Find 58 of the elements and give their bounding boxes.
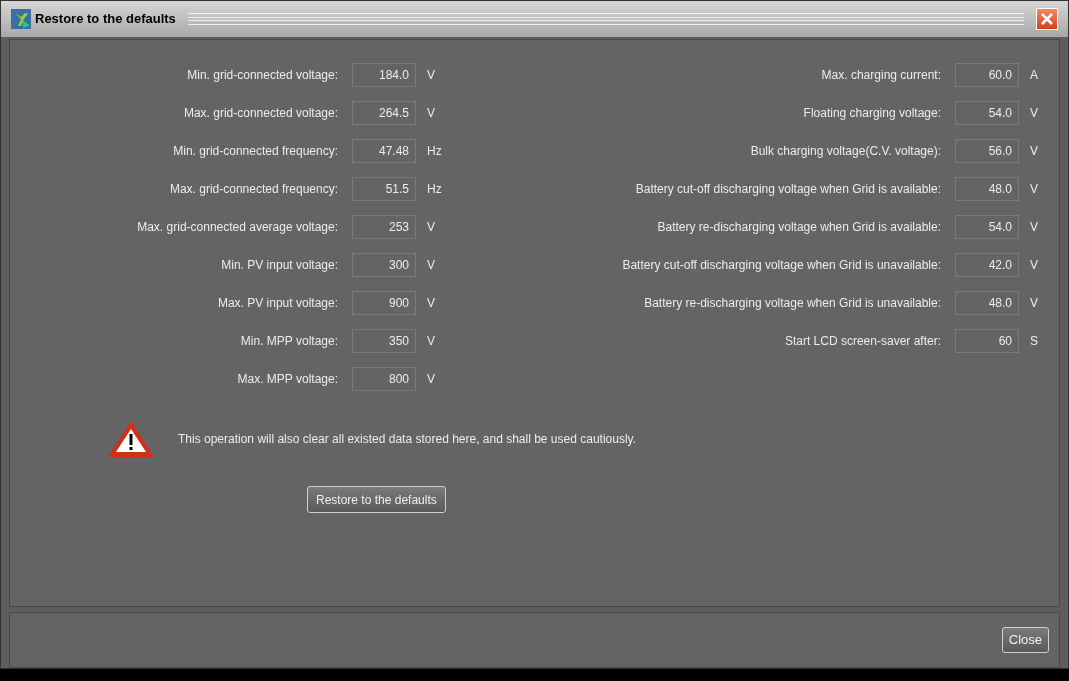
unit-label: V <box>1029 219 1039 236</box>
unit-label: V <box>1029 143 1039 160</box>
setting-label: Min. grid-connected frequency: <box>172 143 339 160</box>
setting-label: Battery re-discharging voltage when Grid is unavailable: <box>643 295 942 312</box>
unit-label: V <box>426 67 436 84</box>
unit-label: Hz <box>426 143 443 160</box>
value-field[interactable]: 48.0 <box>955 177 1019 201</box>
setting-label: Floating charging voltage: <box>802 105 942 122</box>
value-field[interactable]: 54.0 <box>955 101 1019 125</box>
setting-label: Battery cut-off discharging voltage when Grid is unavailable: <box>621 257 942 274</box>
setting-label: Min. MPP voltage: <box>239 333 339 350</box>
close-button[interactable]: Close <box>1001 627 1049 654</box>
value-field[interactable]: 60 <box>955 329 1019 353</box>
value-field[interactable]: 300 <box>352 253 416 277</box>
app-logo-icon <box>11 9 31 29</box>
restore-defaults-button[interactable]: Restore to the defaults <box>307 486 446 513</box>
setting-label: Battery re-discharging voltage when Grid is available: <box>656 219 942 236</box>
setting-label: Max. grid-connected frequency: <box>168 181 339 198</box>
unit-label: V <box>1029 181 1039 198</box>
window-title: Restore to the defaults <box>35 10 176 29</box>
value-field[interactable]: 51.5 <box>352 177 416 201</box>
value-field[interactable]: 60.0 <box>955 63 1019 87</box>
value-field[interactable]: 56.0 <box>955 139 1019 163</box>
setting-label: Max. grid-connected average voltage: <box>136 219 339 236</box>
setting-label: Max. PV input voltage: <box>216 295 339 312</box>
unit-label: Hz <box>426 181 443 198</box>
value-field[interactable]: 350 <box>352 329 416 353</box>
unit-label: A <box>1029 67 1039 84</box>
unit-label: V <box>426 105 436 122</box>
warning-icon <box>106 419 156 459</box>
value-field[interactable]: 48.0 <box>955 291 1019 315</box>
setting-label: Bulk charging voltage(C.V. voltage): <box>749 143 942 160</box>
unit-label: S <box>1029 333 1039 350</box>
unit-label: V <box>426 371 436 388</box>
value-field[interactable]: 253 <box>352 215 416 239</box>
unit-label: V <box>426 333 436 350</box>
close-icon[interactable] <box>1036 8 1058 30</box>
value-field[interactable]: 47.48 <box>352 139 416 163</box>
warning-message: This operation will also clear all existed data stored here, and shall be used cautiously. <box>178 431 637 448</box>
value-field[interactable]: 54.0 <box>955 215 1019 239</box>
unit-label: V <box>1029 257 1039 274</box>
unit-label: V <box>426 257 436 274</box>
setting-label: Battery cut-off discharging voltage when Grid is available: <box>634 181 942 198</box>
value-field[interactable]: 42.0 <box>955 253 1019 277</box>
setting-label: Min. PV input voltage: <box>220 257 339 274</box>
value-field[interactable]: 900 <box>352 291 416 315</box>
unit-label: V <box>1029 105 1039 122</box>
setting-label: Start LCD screen-saver after: <box>783 333 942 350</box>
value-field[interactable]: 264.5 <box>352 101 416 125</box>
unit-label: V <box>1029 295 1039 312</box>
value-field[interactable]: 184.0 <box>352 63 416 87</box>
setting-label: Max. charging current: <box>820 67 942 84</box>
setting-label: Max. grid-connected voltage: <box>182 105 339 122</box>
unit-label: V <box>426 295 436 312</box>
value-field[interactable]: 800 <box>352 367 416 391</box>
setting-label: Min. grid-connected voltage: <box>186 67 339 84</box>
unit-label: V <box>426 219 436 236</box>
setting-label: Max. MPP voltage: <box>236 371 339 388</box>
